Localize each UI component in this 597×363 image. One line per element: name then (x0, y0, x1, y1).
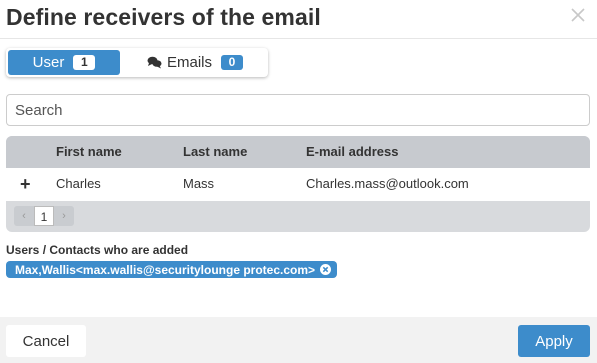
table-row[interactable]: + Charles Mass Charles.mass@outlook.com (6, 168, 590, 201)
remove-circle-icon[interactable] (320, 264, 332, 275)
receiver-tabs: User 1 Emails 0 (6, 48, 268, 77)
dialog-title: Define receivers of the email (6, 4, 321, 30)
grid-header: First name Last name E-mail address (6, 136, 590, 168)
added-user-chip-text: Max,Wallis<max.wallis@securitylounge pro… (15, 262, 316, 277)
close-icon[interactable] (569, 6, 587, 24)
tab-user-count-badge: 1 (73, 55, 96, 70)
cell-first-name: Charles (56, 176, 101, 191)
users-grid: First name Last name E-mail address + Ch… (6, 136, 590, 232)
tab-emails[interactable]: Emails 0 (124, 50, 266, 75)
tab-user[interactable]: User 1 (8, 50, 120, 75)
comments-icon (147, 56, 162, 69)
cancel-button[interactable]: Cancel (6, 325, 86, 357)
added-user-chip: Max,Wallis<max.wallis@securitylounge pro… (6, 261, 338, 278)
title-divider (0, 38, 597, 39)
added-users-label: Users / Contacts who are added (6, 243, 189, 257)
cell-email: Charles.mass@outlook.com (306, 176, 469, 191)
search-input[interactable] (6, 94, 590, 126)
pager-prev-button[interactable]: ‹ (14, 206, 34, 226)
column-header-last-name[interactable]: Last name (183, 136, 247, 168)
dialog-footer: Cancel Apply (0, 317, 597, 363)
tab-emails-label: Emails (166, 54, 212, 71)
cell-last-name: Mass (183, 176, 215, 191)
tab-emails-count-badge: 0 (221, 55, 243, 70)
add-user-button[interactable]: + (20, 168, 31, 200)
pager: ‹ 1 › (14, 206, 74, 226)
column-header-first-name[interactable]: First name (56, 136, 122, 168)
apply-button[interactable]: Apply (518, 325, 590, 357)
tab-user-label: User (32, 54, 65, 71)
column-header-email[interactable]: E-mail address (306, 136, 399, 168)
pager-page-1[interactable]: 1 (34, 206, 54, 226)
pager-next-button[interactable]: › (54, 206, 74, 226)
